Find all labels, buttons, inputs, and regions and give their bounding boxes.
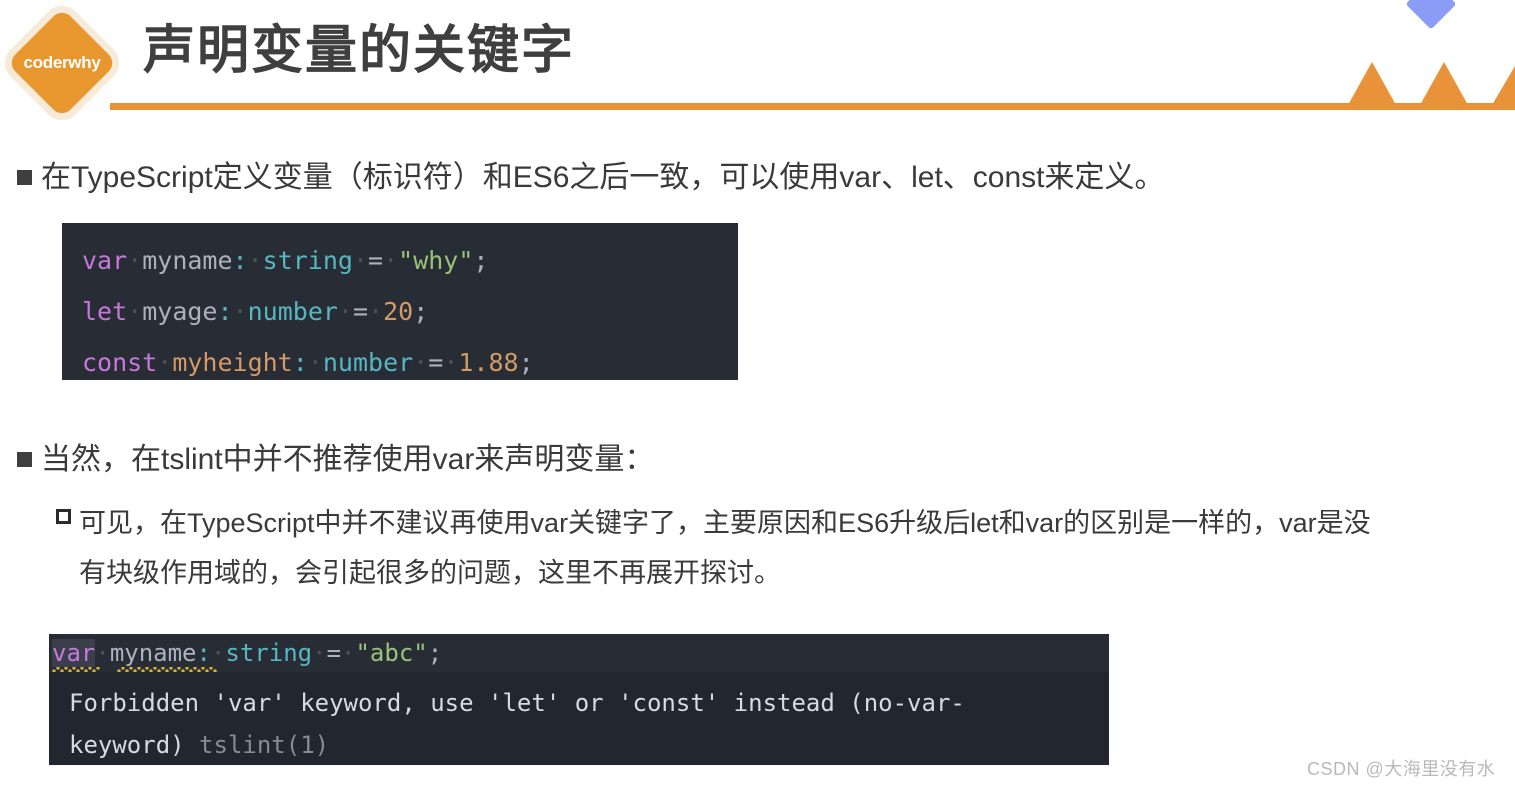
code-space: ·	[127, 297, 143, 326]
code-string-literal: "abc"	[355, 639, 428, 667]
square-bullet-icon	[17, 452, 32, 467]
editor-line-row: var·myname:·string·=·"abc";	[49, 634, 1109, 672]
coderwhy-logo: coderwhy	[6, 7, 118, 119]
page-title: 声明变量的关键字	[143, 22, 576, 80]
hollow-square-bullet-icon	[56, 509, 71, 524]
code-space: ·	[312, 639, 327, 667]
square-bullet-icon	[17, 170, 32, 185]
code-number-literal: 1.88	[458, 348, 519, 377]
title-underline-rule	[110, 103, 1515, 110]
code-semicolon: ;	[427, 639, 443, 667]
code-string-literal: "why"	[398, 246, 474, 275]
code-identifier-myheight: myheight	[172, 348, 293, 377]
bullet-item-2: 当然，在tslint中并不推荐使用var来声明变量：	[17, 440, 654, 480]
csdn-watermark: CSDN @大海里没有水	[1307, 759, 1496, 779]
code-keyword-var: var	[52, 639, 96, 667]
code-semicolon: ;	[473, 246, 489, 275]
code-space: ·	[127, 246, 143, 275]
code-semicolon: ;	[518, 348, 534, 377]
orange-mountains-decoration	[1310, 62, 1515, 105]
logo-label: coderwhy	[23, 53, 101, 72]
code-line-var-abc: var·myname:·string·=·"abc";	[52, 638, 1109, 668]
code-identifier-myage: myage	[142, 297, 218, 326]
code-equals: =	[368, 246, 384, 275]
code-space: ·	[157, 348, 173, 377]
code-keyword-const: const	[82, 348, 158, 377]
bullet-1-text: 在TypeScript定义变量（标识符）和ES6之后一致，可以使用var、let…	[41, 161, 1165, 194]
bullet-2-text: 当然，在tslint中并不推荐使用var来声明变量：	[41, 443, 655, 476]
bullet-item-1: 在TypeScript定义变量（标识符）和ES6之后一致，可以使用var、let…	[17, 158, 1165, 198]
code-type-number: number	[247, 297, 338, 326]
code-space: ·	[95, 639, 110, 667]
code-equals: =	[352, 297, 369, 326]
code-space: ·	[443, 348, 459, 377]
sub-bullet-item-1: 可见，在TypeScript中并不建议再使用var关键字了，主要原因和ES6升级…	[56, 498, 1515, 598]
code-identifier-myname: myname	[109, 639, 197, 667]
tslint-error-tooltip: Forbidden 'var' keyword, use 'let' or 'c…	[49, 672, 1109, 766]
code-colon: :	[217, 297, 233, 326]
sub-bullet-line-1: 可见，在TypeScript中并不建议再使用var关键字了，主要原因和ES6升级…	[79, 508, 1371, 538]
code-space: ·	[232, 297, 248, 326]
code-space: ·	[383, 246, 399, 275]
code-type-number: number	[322, 348, 414, 377]
code-colon: :	[292, 348, 308, 377]
code-semicolon: ;	[413, 297, 429, 326]
sub-bullet-text-wrap: 可见，在TypeScript中并不建议再使用var关键字了，主要原因和ES6升级…	[79, 498, 1371, 598]
code-space: ·	[352, 246, 369, 275]
code-block-tslint-error: var·myname:·string·=·"abc"; Forbidden 'v…	[49, 634, 1109, 765]
code-equals: =	[428, 348, 444, 377]
code-space: ·	[337, 297, 353, 326]
code-line-1: var·myname:·string·=·"why";	[82, 235, 738, 286]
code-line-2: let·myage:·number·=·20;	[82, 286, 738, 337]
tooltip-message-line-1: Forbidden 'var' keyword, use 'let' or 'c…	[69, 689, 965, 717]
code-colon: :	[232, 246, 248, 275]
code-number-literal: 20	[383, 297, 414, 326]
code-space: ·	[247, 246, 263, 275]
code-space: ·	[210, 639, 226, 667]
error-squiggle-var	[52, 667, 100, 672]
error-squiggle-myname	[117, 667, 217, 672]
code-colon: :	[196, 639, 211, 667]
code-space: ·	[341, 639, 356, 667]
code-space: ·	[368, 297, 384, 326]
blue-diamond-decoration	[1405, 0, 1457, 30]
code-keyword-var: var	[82, 246, 128, 275]
code-identifier-myname: myname	[142, 246, 233, 275]
code-type-string: string	[225, 639, 313, 667]
code-space: ·	[413, 348, 429, 377]
tooltip-rule-source: tslint(1)	[199, 731, 330, 759]
code-line-3: const·myheight:·number·=·1.88;	[82, 337, 738, 388]
code-keyword-let: let	[82, 297, 128, 326]
code-space: ·	[307, 348, 323, 377]
code-equals: =	[326, 639, 342, 667]
tooltip-message-line-2: keyword)	[69, 731, 200, 759]
code-type-string: string	[262, 246, 353, 275]
code-block-declarations: var·myname:·string·=·"why"; let·myage:·n…	[62, 223, 738, 380]
sub-bullet-line-2: 有块级作用域的，会引起很多的问题，这里不再展开探讨。	[79, 558, 781, 588]
